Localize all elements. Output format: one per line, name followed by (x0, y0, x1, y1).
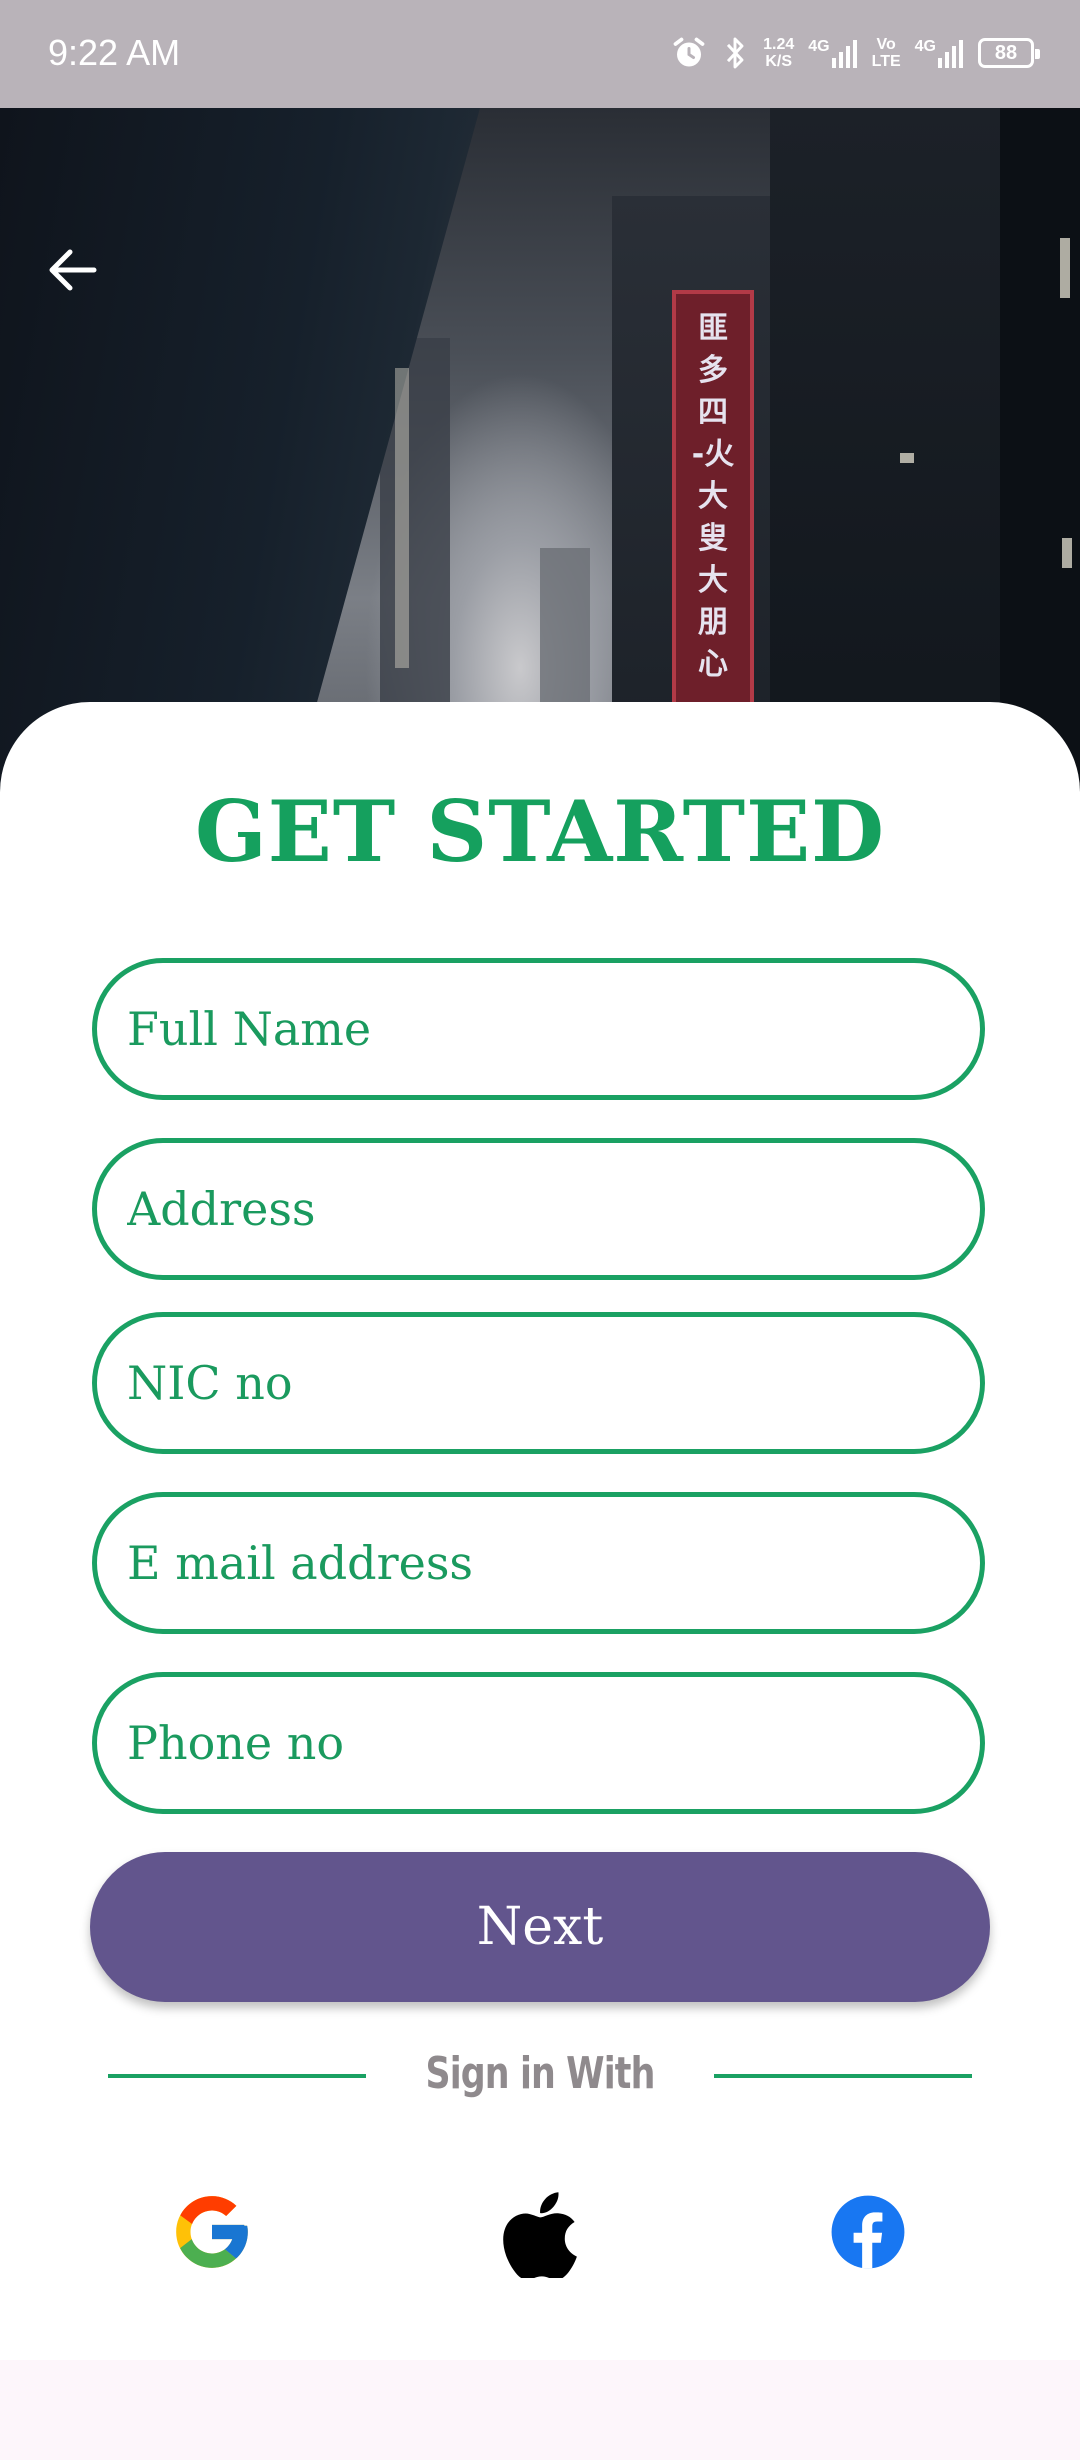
google-icon (176, 2196, 248, 2268)
divider-right (714, 2074, 972, 2078)
net-speed: 1.24 K/S (763, 36, 795, 70)
window-light (1062, 538, 1072, 568)
nic-input[interactable] (127, 1317, 947, 1449)
address-field[interactable] (92, 1138, 985, 1280)
signal-bars-icon (831, 40, 857, 68)
email-input[interactable] (127, 1497, 947, 1629)
sign-in-with-label: Sign in With (425, 2048, 655, 2099)
volte: Vo LTE (871, 36, 901, 70)
apple-icon (503, 2192, 577, 2278)
status-bar: 9:22 AM 1.24 K/S 4G Vo LTE 4G 88 (0, 0, 1080, 108)
facebook-icon (831, 2195, 905, 2269)
status-time: 9:22 AM (48, 32, 181, 73)
alarm-icon (673, 37, 705, 67)
address-input[interactable] (127, 1143, 947, 1275)
next-button[interactable]: Next (90, 1852, 990, 2002)
back-arrow-icon[interactable] (44, 246, 100, 294)
phone-field[interactable] (92, 1672, 985, 1814)
apple-signin-button[interactable] (490, 2182, 590, 2282)
facebook-signin-button[interactable] (818, 2182, 918, 2282)
battery-icon: 88 (978, 38, 1040, 68)
signal-2: 4G (915, 38, 964, 68)
window-light (900, 453, 914, 463)
divider-left (108, 2074, 366, 2078)
bluetooth-icon (727, 37, 744, 69)
building (1000, 108, 1080, 808)
neon-sign-text: 匪 多 四 -火 大 叟 大 朋 心 (691, 311, 735, 682)
email-field[interactable] (92, 1492, 985, 1634)
google-signin-button[interactable] (162, 2182, 262, 2282)
signup-card: GET STARTED Next Sign in With (0, 702, 1080, 2360)
signal-bars-icon (938, 40, 963, 68)
window-light (395, 368, 409, 668)
phone-input[interactable] (127, 1677, 947, 1809)
window-light (1060, 238, 1070, 298)
signal-1: 4G (808, 38, 857, 68)
status-icons: 1.24 K/S 4G Vo LTE 4G 88 (671, 28, 1040, 78)
full-name-input[interactable] (127, 963, 947, 1095)
full-name-field[interactable] (92, 958, 985, 1100)
page-title: GET STARTED (195, 782, 885, 881)
nic-field[interactable] (92, 1312, 985, 1454)
